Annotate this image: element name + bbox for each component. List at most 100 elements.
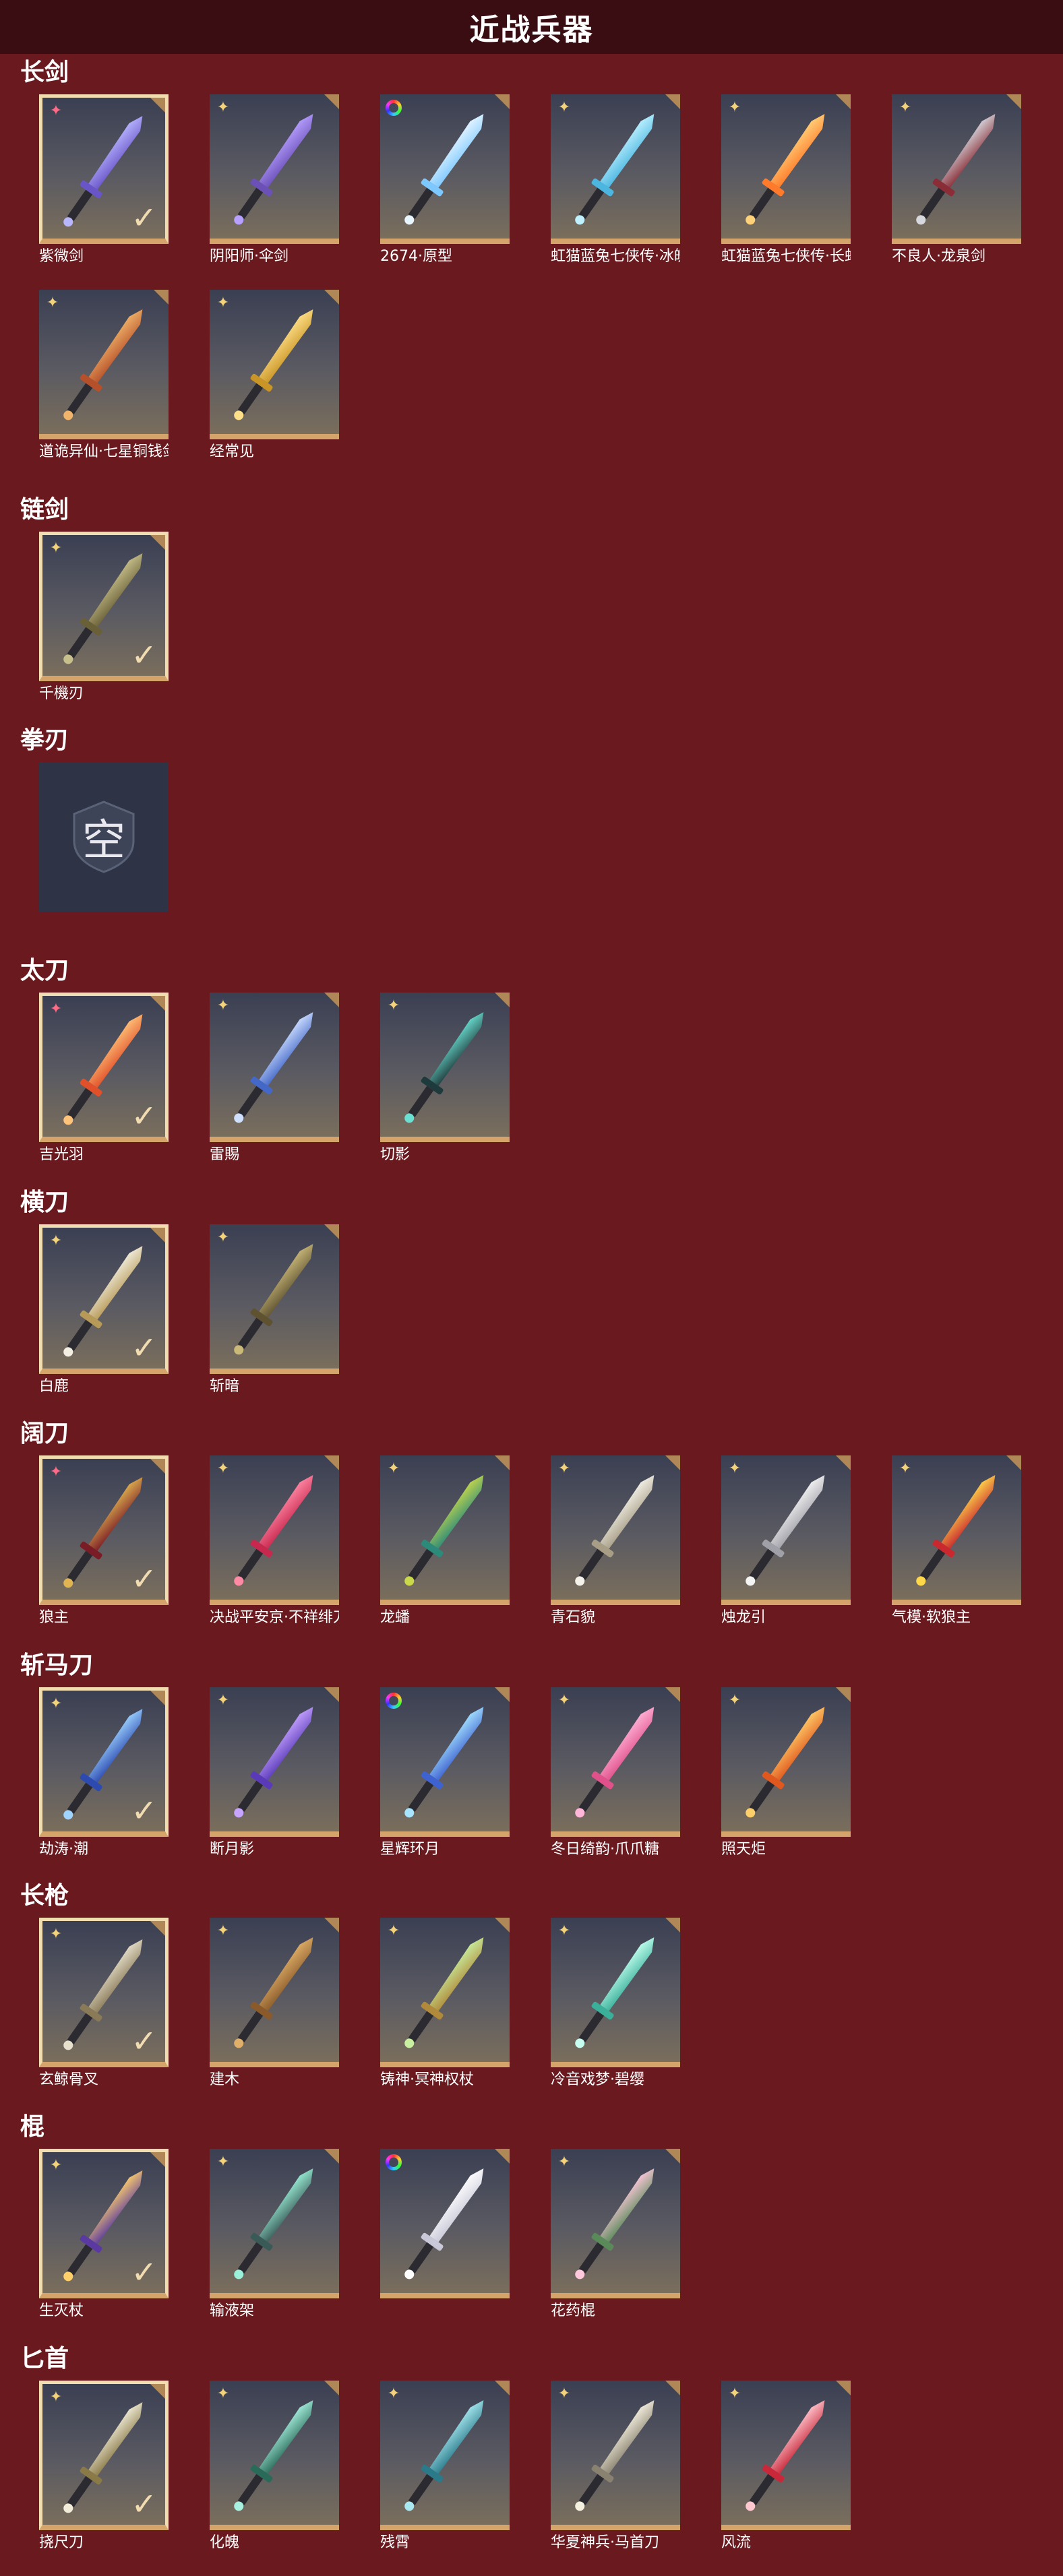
weapon-card[interactable]: ✦ 花药棍 <box>551 2149 680 2320</box>
weapon-thumbnail[interactable]: ✦ <box>210 94 339 244</box>
weapon-card[interactable]: ✦ 不良人·龙泉剑 <box>892 94 1021 265</box>
weapon-card[interactable]: ✦ ✓ 白鹿 <box>39 1224 169 1395</box>
weapon-art <box>395 106 494 232</box>
corner-tab-icon <box>495 1687 510 1702</box>
weapon-name: 虹猫蓝兔七侠传·冰魄剑 <box>551 248 680 265</box>
weapon-card[interactable]: 星辉环月 <box>380 1687 510 1858</box>
weapon-section: 链剑 ✦ ✓ 千機刃 <box>0 497 1063 727</box>
weapon-thumbnail[interactable]: ✦ ✓ <box>39 1224 169 1374</box>
weapon-thumbnail[interactable] <box>380 1687 510 1837</box>
weapon-thumbnail[interactable]: ✦ <box>380 1918 510 2067</box>
weapon-thumbnail[interactable]: ✦ <box>210 1455 339 1605</box>
weapon-card[interactable]: ✦ ✓ 千機刃 <box>39 532 169 703</box>
weapon-card[interactable]: ✦ 冷音戏梦·碧缨 <box>551 1918 680 2089</box>
weapon-card[interactable]: ✦ 龙蟠 <box>380 1455 510 1627</box>
weapon-thumbnail[interactable]: ✦ <box>551 2149 680 2298</box>
weapon-card[interactable]: ✦ 阴阳师·伞剑 <box>210 94 339 265</box>
weapon-thumbnail[interactable] <box>380 2149 510 2298</box>
weapon-name: 切影 <box>380 1146 411 1163</box>
weapon-thumbnail[interactable]: ✦ <box>721 1687 851 1837</box>
weapon-thumbnail[interactable]: ✦ ✓ <box>39 1687 169 1837</box>
weapon-name: 青石貌 <box>551 1609 596 1626</box>
weapon-thumbnail[interactable]: ✦ <box>210 2149 339 2298</box>
weapon-card[interactable]: ✦ 烛龙引 <box>721 1455 851 1627</box>
weapon-card[interactable]: ✦ 残霄 <box>380 2381 510 2552</box>
weapon-thumbnail[interactable]: ✦ <box>380 993 510 1142</box>
weapon-thumbnail[interactable]: ✦ <box>380 1455 510 1605</box>
weapon-thumbnail[interactable]: ✦ <box>210 1687 339 1837</box>
weapon-name: 生灭杖 <box>39 2302 84 2319</box>
weapon-thumbnail[interactable]: ✦ ✓ <box>39 1455 169 1605</box>
weapon-thumbnail[interactable]: 空 <box>39 762 169 912</box>
weapon-card[interactable]: ✦ 冬日绮韵·爪爪糖 <box>551 1687 680 1858</box>
weapon-card[interactable]: ✦ 斩暗 <box>210 1224 339 1395</box>
weapon-card[interactable]: ✦ 照天炬 <box>721 1687 851 1858</box>
page-title: 近战兵器 <box>469 13 594 47</box>
weapon-card[interactable]: ✦ 铸神·冥神权杖 <box>380 1918 510 2089</box>
weapon-card[interactable]: ✦ 切影 <box>380 993 510 1164</box>
weapon-card[interactable]: ✦ 气模·软狼主 <box>892 1455 1021 1627</box>
weapon-card[interactable]: 空 <box>39 762 169 916</box>
weapon-card[interactable]: ✦ ✓ 玄鲸骨叉 <box>39 1918 169 2089</box>
weapon-thumbnail[interactable]: ✦ <box>551 1687 680 1837</box>
weapon-card[interactable]: ✦ ✓ 狼主 <box>39 1455 169 1627</box>
weapon-thumbnail[interactable]: ✦ <box>210 290 339 439</box>
weapon-card[interactable]: ✦ ✓ 挠尺刀 <box>39 2381 169 2552</box>
weapon-thumbnail[interactable]: ✦ <box>721 94 851 244</box>
weapon-thumbnail[interactable]: ✦ <box>210 2381 339 2530</box>
weapon-thumbnail[interactable] <box>380 94 510 244</box>
weapon-thumbnail[interactable]: ✦ <box>551 94 680 244</box>
weapon-thumbnail[interactable]: ✦ <box>210 1224 339 1374</box>
rarity-badge-icon: ✦ <box>49 1464 63 1480</box>
weapon-art <box>566 2161 665 2287</box>
weapon-thumbnail[interactable]: ✦ <box>551 2381 680 2530</box>
weapon-card[interactable]: 2674·原型 <box>380 94 510 265</box>
weapon-thumbnail[interactable]: ✦ <box>39 290 169 439</box>
weapon-thumbnail[interactable]: ✦ <box>721 2381 851 2530</box>
weapon-card[interactable]: ✦ ✓ 生灭杖 <box>39 2149 169 2320</box>
weapon-thumbnail[interactable]: ✦ ✓ <box>39 993 169 1142</box>
weapon-card[interactable]: ✦ 道诡异仙·七星铜钱剑 <box>39 290 169 461</box>
weapon-card[interactable]: ✦ 决战平安京·不祥绯刀 <box>210 1455 339 1627</box>
weapon-card[interactable]: ✦ 虹猫蓝兔七侠传·冰魄剑 <box>551 94 680 265</box>
weapon-thumbnail[interactable]: ✦ <box>892 94 1021 244</box>
weapon-card[interactable]: ✦ 经常见 <box>210 290 339 461</box>
weapon-name: 风流 <box>721 2534 752 2551</box>
weapon-thumbnail[interactable]: ✦ <box>551 1918 680 2067</box>
weapon-art <box>907 106 1006 232</box>
weapon-card[interactable]: ✦ ✓ 紫微剑 <box>39 94 169 265</box>
weapon-thumbnail[interactable]: ✦ <box>892 1455 1021 1605</box>
weapon-thumbnail[interactable]: ✦ <box>551 1455 680 1605</box>
weapon-card[interactable]: ✦ ✓ 吉光羽 <box>39 993 169 1164</box>
weapon-card[interactable]: ✦ 青石貌 <box>551 1455 680 1627</box>
weapon-art <box>736 1468 835 1594</box>
equipped-check-icon: ✓ <box>131 1561 157 1597</box>
weapon-card[interactable]: ✦ ✓ 劫涛·潮 <box>39 1687 169 1858</box>
empty-slot-icon: 空 <box>71 799 136 875</box>
weapon-card[interactable]: ✦ 化魄 <box>210 2381 339 2552</box>
weapon-thumbnail[interactable]: ✦ ✓ <box>39 2149 169 2298</box>
weapon-thumbnail[interactable]: ✦ ✓ <box>39 94 169 244</box>
rarity-badge-icon: ✦ <box>557 2385 571 2402</box>
rarity-badge-icon: ✦ <box>387 1922 400 1939</box>
weapon-thumbnail[interactable]: ✦ ✓ <box>39 1918 169 2067</box>
weapon-card[interactable]: ✦ 华夏神兵·马首刀 <box>551 2381 680 2552</box>
weapon-name: 2674·原型 <box>380 248 452 265</box>
weapon-thumbnail[interactable]: ✦ <box>210 993 339 1142</box>
equipped-check-icon: ✓ <box>131 2486 157 2522</box>
weapon-thumbnail[interactable]: ✦ ✓ <box>39 2381 169 2530</box>
weapon-card[interactable] <box>380 2149 510 2302</box>
weapon-art <box>224 1930 324 2056</box>
weapon-thumbnail[interactable]: ✦ <box>210 1918 339 2067</box>
weapon-thumbnail[interactable]: ✦ <box>721 1455 851 1605</box>
weapon-card[interactable]: ✦ 建木 <box>210 1918 339 2089</box>
weapon-card[interactable]: ✦ 断月影 <box>210 1687 339 1858</box>
weapon-art <box>736 106 835 232</box>
weapon-card[interactable]: ✦ 虹猫蓝兔七侠传·长虹剑 <box>721 94 851 265</box>
weapon-name: 建木 <box>210 2071 240 2088</box>
weapon-thumbnail[interactable]: ✦ <box>380 2381 510 2530</box>
weapon-thumbnail[interactable]: ✦ ✓ <box>39 532 169 681</box>
weapon-card[interactable]: ✦ 输液架 <box>210 2149 339 2320</box>
weapon-card[interactable]: ✦ 雷賜 <box>210 993 339 1164</box>
weapon-card[interactable]: ✦ 风流 <box>721 2381 851 2552</box>
